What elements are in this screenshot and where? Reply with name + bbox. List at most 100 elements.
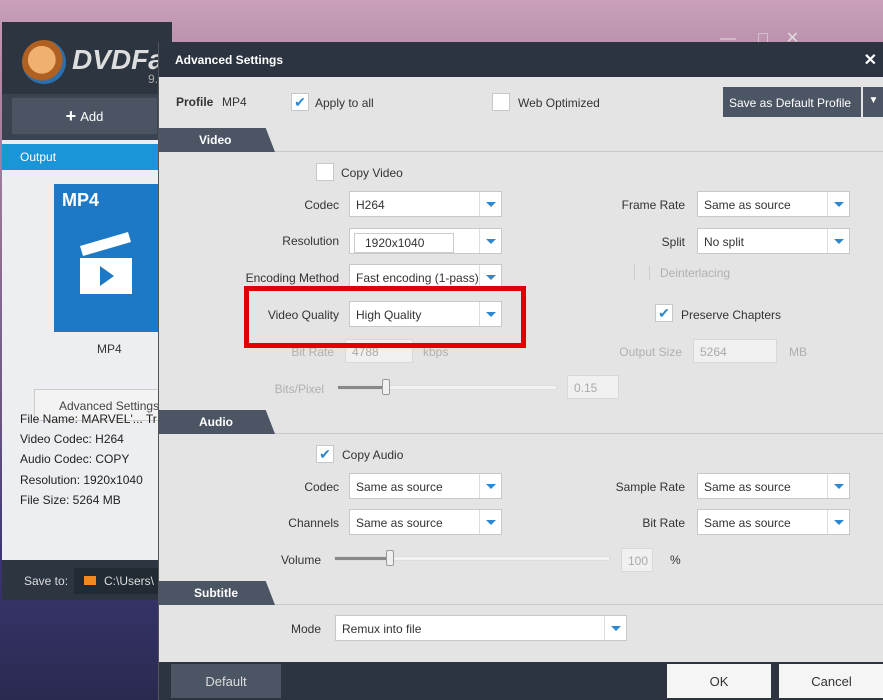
chevron-down-icon bbox=[479, 192, 501, 216]
volume-slider[interactable] bbox=[334, 550, 610, 566]
chevron-down-icon bbox=[479, 510, 501, 534]
chevron-down-icon bbox=[604, 616, 626, 640]
sample-rate-value: Same as source bbox=[704, 480, 791, 494]
codec-value: H264 bbox=[356, 198, 385, 212]
apply-to-all-checkbox[interactable]: ✔ bbox=[291, 93, 309, 111]
deinterlacing-label: Deinterlacing bbox=[649, 266, 730, 280]
subtitle-mode-select[interactable]: Remux into file bbox=[335, 615, 627, 641]
dialog-close-icon[interactable]: ✕ bbox=[864, 50, 877, 70]
copy-video-label: Copy Video bbox=[341, 166, 403, 180]
chevron-down-icon bbox=[827, 474, 849, 498]
copy-video-checkbox[interactable] bbox=[316, 163, 334, 181]
channels-label: Channels bbox=[288, 516, 339, 530]
chevron-down-icon bbox=[479, 474, 501, 498]
split-label: Split bbox=[661, 235, 685, 249]
chevron-down-icon bbox=[827, 510, 849, 534]
add-button[interactable]: + Add bbox=[12, 98, 157, 134]
chevron-down-icon bbox=[827, 229, 849, 253]
audio-codec-value: Same as source bbox=[356, 480, 443, 494]
default-button[interactable]: Default bbox=[171, 664, 281, 698]
codec-select[interactable]: H264 bbox=[349, 191, 502, 217]
frame-rate-select[interactable]: Same as source bbox=[697, 191, 850, 217]
preserve-chapters-checkbox[interactable]: ✔ bbox=[655, 304, 673, 322]
copy-audio-checkbox[interactable]: ✔ bbox=[316, 445, 334, 463]
output-size-label: Output Size bbox=[619, 345, 682, 359]
preserve-chapters-label: Preserve Chapters bbox=[681, 308, 782, 322]
format-badge: MP4 bbox=[62, 190, 100, 210]
encoding-method-label: Encoding Method bbox=[245, 271, 339, 285]
profile-label: Profile bbox=[176, 95, 214, 109]
save-path: C:\Users\ bbox=[104, 574, 155, 588]
slider-fill bbox=[338, 386, 386, 389]
apply-to-all-label: Apply to all bbox=[315, 96, 374, 110]
main-app-window: DVDFab 9. + Add Output MP4 MP4 Advanced S… bbox=[2, 22, 181, 600]
ok-button[interactable]: OK bbox=[667, 664, 771, 698]
info-file-name: File Name: MARVEL'... Tr bbox=[20, 412, 157, 426]
encoding-value: Fast encoding (1-pass) bbox=[356, 271, 479, 285]
section-video: Video bbox=[159, 128, 275, 152]
resolution-value[interactable]: 1920x1040 bbox=[354, 233, 454, 253]
save-default-dropdown-icon[interactable]: ▼ bbox=[863, 87, 883, 117]
slider-thumb[interactable] bbox=[385, 550, 394, 566]
bits-per-pixel-slider[interactable] bbox=[337, 379, 557, 395]
info-audio-codec: Audio Codec: COPY bbox=[20, 452, 130, 466]
subtitle-mode-value: Remux into file bbox=[342, 622, 422, 636]
app-logo bbox=[22, 40, 66, 84]
info-resolution: Resolution: 1920x1040 bbox=[20, 473, 143, 487]
mp4-format-icon: MP4 bbox=[54, 184, 164, 332]
highlight-box bbox=[244, 286, 526, 348]
slider-fill bbox=[335, 557, 390, 560]
plus-icon: + bbox=[65, 105, 77, 126]
split-value: No split bbox=[704, 235, 745, 249]
save-default-profile-button[interactable]: Save as Default Profile bbox=[723, 87, 861, 117]
chevron-down-icon bbox=[827, 192, 849, 216]
tab-output[interactable]: Output bbox=[2, 144, 172, 170]
codec-label: Codec bbox=[304, 198, 339, 212]
web-optimized-checkbox[interactable] bbox=[492, 93, 510, 111]
web-optimized-label: Web Optimized bbox=[518, 96, 600, 110]
info-video-codec: Video Codec: H264 bbox=[20, 432, 124, 446]
resolution-label: Resolution bbox=[282, 234, 339, 248]
advanced-settings-dialog: Advanced Settings ✕ Profile MP4 ✔ Apply … bbox=[158, 42, 883, 700]
format-name: MP4 bbox=[97, 342, 122, 356]
app-version: 9. bbox=[148, 72, 159, 86]
output-size-input[interactable]: 5264 bbox=[693, 339, 777, 363]
frame-rate-value: Same as source bbox=[704, 198, 791, 212]
audio-codec-select[interactable]: Same as source bbox=[349, 473, 502, 499]
volume-unit: % bbox=[670, 553, 681, 567]
section-subtitle: Subtitle bbox=[159, 581, 275, 605]
output-size-unit: MB bbox=[789, 345, 807, 359]
audio-bit-rate-label: Bit Rate bbox=[642, 516, 685, 530]
channels-value: Same as source bbox=[356, 516, 443, 530]
dialog-title: Advanced Settings bbox=[159, 42, 883, 77]
divider bbox=[275, 151, 883, 152]
bits-per-pixel-label: Bits/Pixel bbox=[274, 382, 324, 396]
sample-rate-select[interactable]: Same as source bbox=[697, 473, 850, 499]
save-to-label: Save to: bbox=[24, 574, 69, 588]
audio-bit-rate-value: Same as source bbox=[704, 516, 791, 530]
info-file-size: File Size: 5264 MB bbox=[20, 493, 121, 507]
volume-label: Volume bbox=[280, 553, 321, 567]
cancel-button[interactable]: Cancel bbox=[779, 664, 883, 698]
copy-audio-label: Copy Audio bbox=[342, 448, 404, 462]
profile-value: MP4 bbox=[222, 95, 247, 109]
divider bbox=[275, 433, 883, 434]
deinterlacing-checkbox[interactable] bbox=[634, 264, 635, 280]
chevron-down-icon bbox=[479, 229, 501, 253]
split-select[interactable]: No split bbox=[697, 228, 850, 254]
section-audio: Audio bbox=[159, 410, 275, 434]
clapperboard-icon bbox=[80, 232, 132, 294]
channels-select[interactable]: Same as source bbox=[349, 509, 502, 535]
mode-label: Mode bbox=[290, 622, 321, 636]
audio-bit-rate-select[interactable]: Same as source bbox=[697, 509, 850, 535]
app-header: DVDFab 9. bbox=[2, 22, 181, 94]
sample-rate-label: Sample Rate bbox=[615, 480, 685, 494]
bits-per-pixel-input[interactable]: 0.15 bbox=[567, 375, 619, 399]
volume-input[interactable]: 100 bbox=[621, 548, 653, 572]
frame-rate-label: Frame Rate bbox=[621, 198, 685, 212]
slider-thumb[interactable] bbox=[381, 379, 390, 395]
add-label: Add bbox=[80, 108, 104, 124]
divider bbox=[275, 604, 883, 605]
resolution-select[interactable]: 1920x1040 bbox=[349, 228, 502, 254]
audio-codec-label: Codec bbox=[304, 480, 339, 494]
